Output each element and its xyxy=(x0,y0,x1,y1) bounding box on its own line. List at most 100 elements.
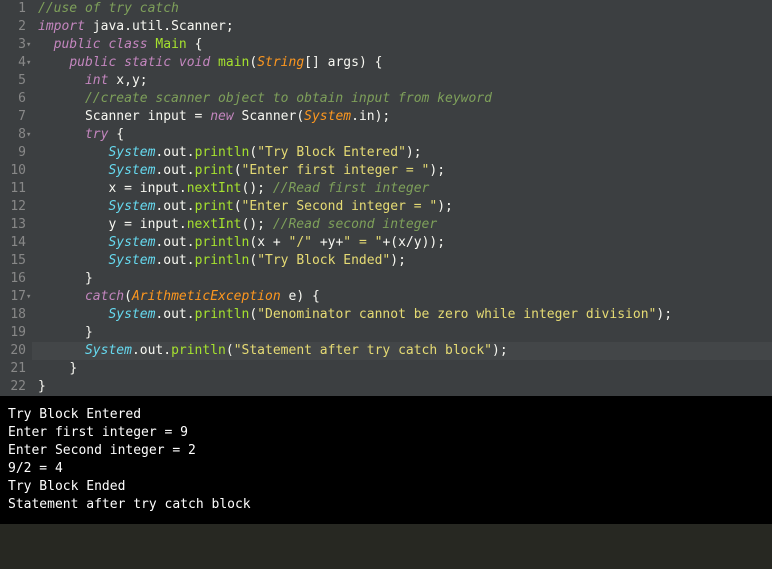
token-method: print xyxy=(195,163,234,178)
token-punct: { xyxy=(312,289,320,304)
token-punct: = xyxy=(124,217,132,232)
token-string: "Denominator cannot be zero while intege… xyxy=(257,307,656,322)
token-punct: ; xyxy=(414,145,422,160)
token-punct: . xyxy=(179,181,187,196)
code-line[interactable]: Scanner input = new Scanner(System.in); xyxy=(32,108,772,126)
line-number: 18 xyxy=(6,306,26,324)
token-string: "Statement after try catch block" xyxy=(234,343,492,358)
token-punct: ; xyxy=(257,217,265,232)
code-editor[interactable]: 12345678910111213141516171819202122 //us… xyxy=(0,0,772,396)
token-punct: ; xyxy=(445,199,453,214)
token-punct: { xyxy=(375,55,383,70)
code-line[interactable]: ▾ public class Main { xyxy=(32,36,772,54)
token-keyword: import xyxy=(38,19,85,34)
code-line[interactable]: y = input.nextInt(); //Read second integ… xyxy=(32,216,772,234)
code-line[interactable]: System.out.println("Denominator cannot b… xyxy=(32,306,772,324)
token-system: System xyxy=(108,199,155,214)
code-line[interactable]: ▾ public static void main(String[] args)… xyxy=(32,54,772,72)
token-punct: ) xyxy=(359,55,367,70)
code-line[interactable]: System.out.println("Try Block Ended"); xyxy=(32,252,772,270)
token-system: System xyxy=(108,163,155,178)
token-default xyxy=(38,307,108,322)
token-default xyxy=(265,181,273,196)
token-punct: ) xyxy=(437,199,445,214)
token-default: input xyxy=(132,217,179,232)
token-string: "/" xyxy=(289,235,312,250)
token-default: out xyxy=(163,253,186,268)
code-line[interactable]: x = input.nextInt(); //Read first intege… xyxy=(32,180,772,198)
code-line[interactable]: import java.util.Scanner; xyxy=(32,18,772,36)
fold-icon[interactable]: ▾ xyxy=(26,126,31,144)
token-punct: } xyxy=(85,271,93,286)
code-line[interactable]: System.out.println(x + "/" +y+" = "+(x/y… xyxy=(32,234,772,252)
code-line[interactable]: } xyxy=(32,378,772,396)
token-punct: ( xyxy=(249,307,257,322)
code-line[interactable]: } xyxy=(32,360,772,378)
token-default xyxy=(116,55,124,70)
code-line[interactable]: ▾ try { xyxy=(32,126,772,144)
fold-icon[interactable]: ▾ xyxy=(26,54,31,72)
token-default: Scanner input xyxy=(38,109,195,124)
token-punct: . xyxy=(163,19,171,34)
code-line[interactable]: int x,y; xyxy=(32,72,772,90)
code-line[interactable]: } xyxy=(32,324,772,342)
token-keyword: class xyxy=(108,37,147,52)
token-punct: ( xyxy=(234,163,242,178)
code-line[interactable]: System.out.println("Try Block Entered"); xyxy=(32,144,772,162)
token-keyword: try xyxy=(85,127,108,142)
token-default: x xyxy=(398,235,406,250)
token-default xyxy=(38,325,85,340)
token-default: out xyxy=(140,343,163,358)
token-default xyxy=(38,145,108,160)
line-number: 8 xyxy=(6,126,26,144)
token-default xyxy=(38,127,85,142)
terminal-output: Try Block Entered Enter first integer = … xyxy=(0,396,772,524)
token-default: x xyxy=(108,73,124,88)
token-default xyxy=(38,361,69,376)
fold-icon[interactable]: ▾ xyxy=(26,36,31,54)
token-keyword: catch xyxy=(85,289,124,304)
token-default: Scanner xyxy=(171,19,226,34)
fold-icon[interactable]: ▾ xyxy=(26,288,31,306)
token-default xyxy=(38,199,108,214)
code-area[interactable]: //use of try catchimport java.util.Scann… xyxy=(32,0,772,396)
token-exception: ArithmeticException xyxy=(132,289,281,304)
token-punct: ; xyxy=(437,163,445,178)
code-line[interactable]: ▾ catch(ArithmeticException e) { xyxy=(32,288,772,306)
line-number: 11 xyxy=(6,180,26,198)
line-number: 12 xyxy=(6,198,26,216)
line-number: 13 xyxy=(6,216,26,234)
line-number: 16 xyxy=(6,270,26,288)
token-system: System xyxy=(108,235,155,250)
token-default xyxy=(210,55,218,70)
token-default: x xyxy=(38,181,124,196)
code-line[interactable]: System.out.println("Statement after try … xyxy=(32,342,772,360)
line-number: 17 xyxy=(6,288,26,306)
token-punct: ( xyxy=(390,235,398,250)
code-line[interactable]: //use of try catch xyxy=(32,0,772,18)
token-punct: ( xyxy=(249,145,257,160)
code-line[interactable]: //create scanner object to obtain input … xyxy=(32,90,772,108)
token-default xyxy=(38,289,85,304)
token-punct: . xyxy=(124,19,132,34)
token-punct: ) xyxy=(249,181,257,196)
line-number: 7 xyxy=(6,108,26,126)
token-default xyxy=(38,163,108,178)
token-method: println xyxy=(195,235,250,250)
token-default: Scanner xyxy=(234,109,297,124)
token-punct: ( xyxy=(226,343,234,358)
token-default: out xyxy=(163,145,186,160)
token-punct: ; xyxy=(140,73,148,88)
token-default xyxy=(312,235,320,250)
code-line[interactable]: } xyxy=(32,270,772,288)
token-default xyxy=(38,253,108,268)
code-line[interactable]: System.out.print("Enter Second integer =… xyxy=(32,198,772,216)
token-classname: Main xyxy=(155,37,186,52)
token-default: out xyxy=(163,235,186,250)
token-punct: ) xyxy=(249,217,257,232)
token-default xyxy=(320,55,328,70)
code-line[interactable]: System.out.print("Enter first integer = … xyxy=(32,162,772,180)
token-string: "Enter first integer = " xyxy=(242,163,430,178)
token-keyword: public xyxy=(69,55,116,70)
token-punct: ; xyxy=(437,235,445,250)
